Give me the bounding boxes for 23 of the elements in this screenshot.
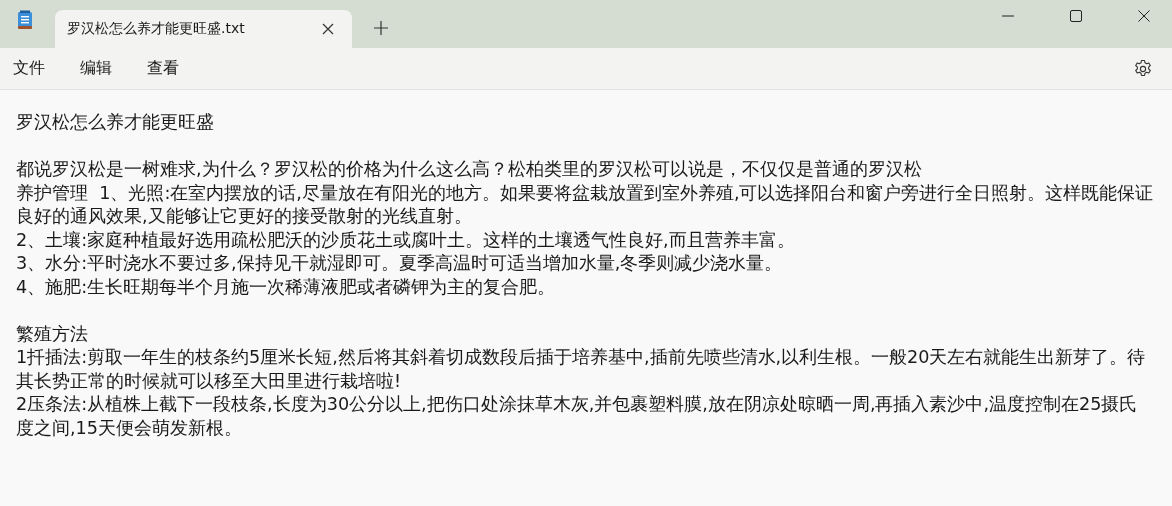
document-tab[interactable]: 罗汉松怎么养才能更旺盛.txt [55, 10, 352, 48]
new-tab-icon[interactable] [374, 21, 388, 35]
menu-item[interactable]: 编辑 [80, 54, 112, 83]
notepad-icon [17, 10, 33, 30]
text-line: 2、土壤:家庭种植最好选用疏松肥沃的沙质花土或腐叶土。这样的土壤透气性良好,而且营养丰富。 [16, 228, 795, 252]
text-line: 良好的通风效果,又能够让它更好的接受散射的光线直射。 [16, 205, 472, 228]
settings-icon[interactable] [1133, 58, 1153, 79]
text-line: 度之间,15天便会萌发新根。 [16, 416, 242, 440]
text-line: 4、施肥:生长旺期每半个月施一次稀薄液肥或者磷钾为主的复合肥。 [16, 275, 556, 299]
text-line: 都说罗汉松是一树难求,为什么？罗汉松的价格为什么这么高？松柏类里的罗汉松可以说是，不仅仅是普通的罗汉松 [16, 158, 922, 181]
text-line: 其长势正常的时候就可以移至大田里进行栽培啦! [16, 369, 402, 393]
text-line: 3、水分:平时浇水不要过多,保持见干就湿即可。夏季高温时可适当增加水量,冬季则减少浇水量。 [16, 252, 783, 275]
text-line: 1扦插法:剪取一年生的枝条约5厘米长短,然后将其斜着切成数段后插于培养基中,插前先喷些清水,以利生根。一般20天左右就能生出新芽了。待 [16, 346, 1146, 369]
close-icon[interactable] [1138, 10, 1150, 22]
text-line: 罗汉松怎么养才能更旺盛 [16, 111, 214, 134]
maximize-icon[interactable] [1070, 10, 1082, 22]
menu-item[interactable]: 文件 [13, 54, 45, 83]
menu-item[interactable]: 查看 [147, 54, 179, 83]
text-line: 2压条法:从植株上截下一段枝条,长度为30公分以上,把伤口处涂抹草木灰,并包裹塑料膜,放在阴凉处晾晒一周,再插入素沙中,温度控制在25摄氏 [16, 393, 1138, 416]
text-line: 繁殖方法 [16, 322, 88, 346]
close-icon[interactable] [322, 23, 334, 35]
tab-title: 罗汉松怎么养才能更旺盛.txt [67, 20, 246, 38]
text-line: 养护管理 1、光照:在室内摆放的话,尽量放在有阳光的地方。如果要将盆栽放置到室外养殖,可以选择阳台和窗户旁进行全日照射。这样既能保证 [16, 181, 1154, 205]
